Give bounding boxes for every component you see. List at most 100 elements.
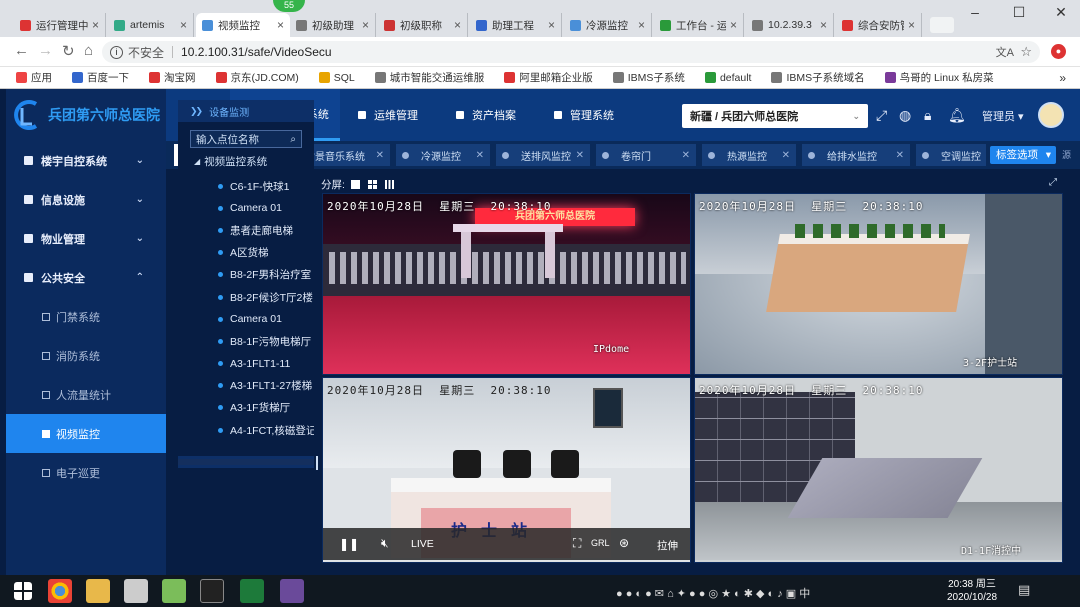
- tag-tab[interactable]: 热源监控 ✕: [702, 144, 796, 166]
- file-explorer-icon[interactable]: [86, 579, 110, 603]
- browser-tab[interactable]: 初级助理 ×: [290, 13, 376, 37]
- user-menu[interactable]: 管理员 ▾: [982, 108, 1024, 124]
- browser-tab[interactable]: 视频监控 ×: [196, 13, 290, 37]
- split-4-icon[interactable]: [367, 179, 377, 189]
- bookmark-item[interactable]: 淘宝网: [149, 70, 196, 85]
- terminal-icon[interactable]: [200, 579, 224, 603]
- bookmark-item[interactable]: 阿里邮箱企业版: [504, 70, 593, 85]
- avatar[interactable]: [1038, 102, 1064, 128]
- browser-tab[interactable]: 助理工程 ×: [470, 13, 562, 37]
- chrome-icon[interactable]: [48, 579, 72, 603]
- browser-tab[interactable]: 工作台 - 运 ×: [654, 13, 744, 37]
- system-tray-icons[interactable]: ● ● ◐ ● ✉ ⌂ ✦ ● ● ◎ ★ ◐ ✱ ◆ ◐ ♪ ▣ 中: [616, 585, 810, 601]
- browser-tab[interactable]: 综合安防管 ×: [836, 13, 922, 37]
- menu-group[interactable]: 楼宇自控系统 ⌄: [6, 141, 166, 180]
- menu-group[interactable]: 信息设施 ⌄: [6, 180, 166, 219]
- tag-tab[interactable]: 冷源监控 ✕: [396, 144, 490, 166]
- bookmark-item[interactable]: 城市智能交通运维服: [374, 70, 484, 85]
- browser-tab[interactable]: 冷源监控 ×: [564, 13, 652, 37]
- tab-close-icon[interactable]: ✕: [576, 150, 584, 161]
- menu-sub-item[interactable]: 人流量统计: [6, 375, 166, 414]
- location-select[interactable]: 新疆 / 兵团六师总医院 ⌄: [682, 104, 868, 128]
- snapshot-icon[interactable]: ⊛: [619, 536, 629, 550]
- camera-node[interactable]: B8-2F候诊T厅2楼: [218, 286, 314, 308]
- mute-icon[interactable]: 🔇︎: [381, 536, 389, 551]
- tag-options-button[interactable]: 标签选项: [990, 146, 1056, 164]
- app-icon[interactable]: [162, 579, 186, 603]
- tab-close-icon[interactable]: ×: [362, 18, 369, 32]
- menu-sub-item[interactable]: 门禁系统: [6, 297, 166, 336]
- tab-close-icon[interactable]: ✕: [782, 150, 790, 161]
- camera-node[interactable]: B8-2F男科治疗室: [218, 264, 314, 286]
- app-icon[interactable]: [280, 579, 304, 603]
- tag-tab[interactable]: 空调监控: [916, 144, 986, 166]
- stretch-button[interactable]: 拉伸: [657, 538, 678, 553]
- maximize-icon[interactable]: ☐: [1004, 4, 1034, 21]
- video-window-4[interactable]: 2020年10月28日 星期三 20:38:10 D1-1F消控中: [694, 377, 1063, 563]
- camera-node[interactable]: C6-1F-快球1: [218, 175, 314, 197]
- tab-close-icon[interactable]: ×: [277, 18, 284, 32]
- pause-icon[interactable]: ❚❚: [339, 537, 359, 551]
- bookmark-item[interactable]: 应用: [16, 70, 52, 85]
- notifications-icon[interactable]: ▤: [1018, 582, 1030, 598]
- forward-icon[interactable]: →: [38, 42, 53, 59]
- browser-tab[interactable]: 运行管理中 ×: [14, 13, 106, 37]
- more-bookmarks-icon[interactable]: »: [1059, 71, 1066, 85]
- split-1-icon[interactable]: [350, 179, 360, 189]
- bookmark-item[interactable]: SQL: [318, 72, 355, 84]
- menu-group[interactable]: 物业管理 ⌄: [6, 219, 166, 258]
- globe-icon[interactable]: ◍: [899, 107, 911, 124]
- back-icon[interactable]: ←: [14, 42, 29, 59]
- menu-sub-item[interactable]: 消防系统: [6, 336, 166, 375]
- excel-icon[interactable]: [240, 579, 264, 603]
- address-bar[interactable]: i 不安全 10.2.100.31/safe/VideoSecu 文A ☆: [102, 41, 1040, 63]
- tab-close-icon[interactable]: ×: [548, 18, 555, 32]
- caret-down-icon[interactable]: ◢: [194, 157, 200, 166]
- tree-root[interactable]: ◢ 视频监控系统: [194, 154, 267, 169]
- bookmark-item[interactable]: IBMS子系统: [612, 70, 685, 85]
- camera-node[interactable]: 患者走廊电梯: [218, 219, 314, 241]
- url-text[interactable]: 10.2.100.31/safe/VideoSecu: [181, 45, 332, 59]
- fullscreen-icon[interactable]: ⤢: [1049, 177, 1057, 188]
- camera-node[interactable]: A区货梯: [218, 242, 314, 264]
- tab-close-icon[interactable]: ×: [908, 18, 915, 32]
- menu-sub-item[interactable]: 电子巡更: [6, 453, 166, 492]
- live-label[interactable]: LIVE: [411, 538, 434, 550]
- translate-icon[interactable]: 文A: [996, 44, 1014, 60]
- search-icon[interactable]: ⌕: [290, 134, 296, 145]
- tag-tab[interactable]: 卷帘门 ✕: [596, 144, 696, 166]
- point-search-input[interactable]: 输入点位名称 ⌕: [190, 130, 302, 148]
- bell-icon[interactable]: 🔔︎: [948, 107, 966, 124]
- minimize-icon[interactable]: –: [960, 4, 990, 20]
- lock-icon[interactable]: 🔒︎: [924, 107, 931, 124]
- home-icon[interactable]: ⌂: [84, 42, 93, 59]
- camera-node[interactable]: A3-1F货梯厅: [218, 397, 314, 419]
- extension-icon[interactable]: ●: [1051, 44, 1066, 59]
- tag-tab[interactable]: 送排风监控 ✕: [496, 144, 590, 166]
- browser-tab[interactable]: artemis ×: [108, 13, 194, 37]
- video-window-2[interactable]: 2020年10月28日 星期三 20:38:10 3-2F护士站: [694, 193, 1063, 375]
- scrollbar-thumb[interactable]: [178, 459, 314, 465]
- tab-close-icon[interactable]: ✕: [896, 150, 904, 161]
- clock[interactable]: 20:38 周三 2020/10/28: [942, 578, 1002, 604]
- bookmark-item[interactable]: default: [704, 72, 751, 84]
- header-tab[interactable]: 资产档案: [444, 89, 534, 141]
- tag-tab[interactable]: 给排水监控 ✕: [802, 144, 910, 166]
- menu-group[interactable]: 公共安全 ⌃: [6, 258, 166, 297]
- fullscreen-video-icon[interactable]: ⛶: [573, 536, 581, 551]
- bookmark-item[interactable]: 京东(JD.COM): [215, 70, 299, 85]
- browser-tab[interactable]: 10.2.39.3 ×: [746, 13, 834, 37]
- camera-node[interactable]: A3-1FLT1-27楼梯: [218, 375, 314, 397]
- browser-tab[interactable]: 初级职称 ×: [378, 13, 468, 37]
- tab-close-icon[interactable]: ✕: [682, 150, 690, 161]
- tab-close-icon[interactable]: ×: [454, 18, 461, 32]
- camera-node[interactable]: A4-1FCT,核磁登记: [218, 419, 314, 441]
- tab-close-icon[interactable]: ×: [638, 18, 645, 32]
- info-icon[interactable]: i: [110, 45, 123, 59]
- bookmark-item[interactable]: IBMS子系统域名: [771, 70, 865, 85]
- tab-close-icon[interactable]: ×: [730, 18, 737, 32]
- header-tab[interactable]: 管理系统: [542, 89, 642, 141]
- camera-node[interactable]: Camera 01: [218, 308, 314, 330]
- new-tab-button[interactable]: [930, 17, 954, 33]
- video-window-1[interactable]: 兵团第六师总医院 2020年10月28日 星期三 20:38:10 IPdome: [322, 193, 691, 375]
